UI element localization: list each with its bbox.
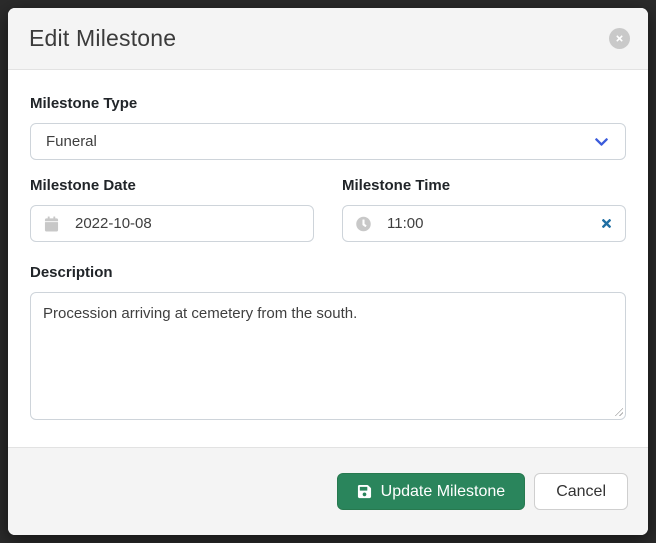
edit-milestone-dialog: Edit Milestone Milestone Type Funeral bbox=[8, 8, 648, 535]
milestone-date-input[interactable] bbox=[30, 205, 314, 242]
dialog-footer: Update Milestone Cancel bbox=[8, 447, 648, 535]
date-time-row: Milestone Date Milestone Time bbox=[30, 177, 626, 242]
description-wrap: Procession arriving at cemetery from the… bbox=[30, 292, 626, 420]
dialog-header: Edit Milestone bbox=[8, 8, 648, 70]
update-milestone-label: Update Milestone bbox=[381, 483, 506, 501]
milestone-type-label: Milestone Type bbox=[30, 95, 626, 112]
milestone-time-wrap bbox=[342, 205, 626, 242]
milestone-date-label: Milestone Date bbox=[30, 177, 314, 194]
clear-x-icon bbox=[600, 217, 613, 230]
description-textarea[interactable]: Procession arriving at cemetery from the… bbox=[30, 292, 626, 420]
cancel-button[interactable]: Cancel bbox=[534, 473, 628, 510]
milestone-date-group: Milestone Date bbox=[30, 177, 314, 242]
update-milestone-button[interactable]: Update Milestone bbox=[337, 473, 526, 510]
close-icon bbox=[615, 34, 624, 43]
description-label: Description bbox=[30, 264, 626, 281]
save-icon bbox=[357, 484, 372, 499]
milestone-date-wrap bbox=[30, 205, 314, 242]
milestone-type-group: Milestone Type Funeral bbox=[30, 95, 626, 160]
description-group: Description Procession arriving at cemet… bbox=[30, 264, 626, 420]
dialog-body: Milestone Type Funeral Milestone Date bbox=[8, 70, 648, 447]
dialog-title: Edit Milestone bbox=[29, 25, 609, 52]
milestone-type-value: Funeral bbox=[46, 133, 97, 150]
milestone-time-group: Milestone Time bbox=[342, 177, 626, 242]
milestone-time-input[interactable] bbox=[342, 205, 626, 242]
chevron-down-icon bbox=[594, 134, 609, 149]
milestone-type-select[interactable]: Funeral bbox=[30, 123, 626, 160]
milestone-time-label: Milestone Time bbox=[342, 177, 626, 194]
close-button[interactable] bbox=[609, 28, 630, 49]
clear-time-button[interactable] bbox=[597, 215, 615, 233]
